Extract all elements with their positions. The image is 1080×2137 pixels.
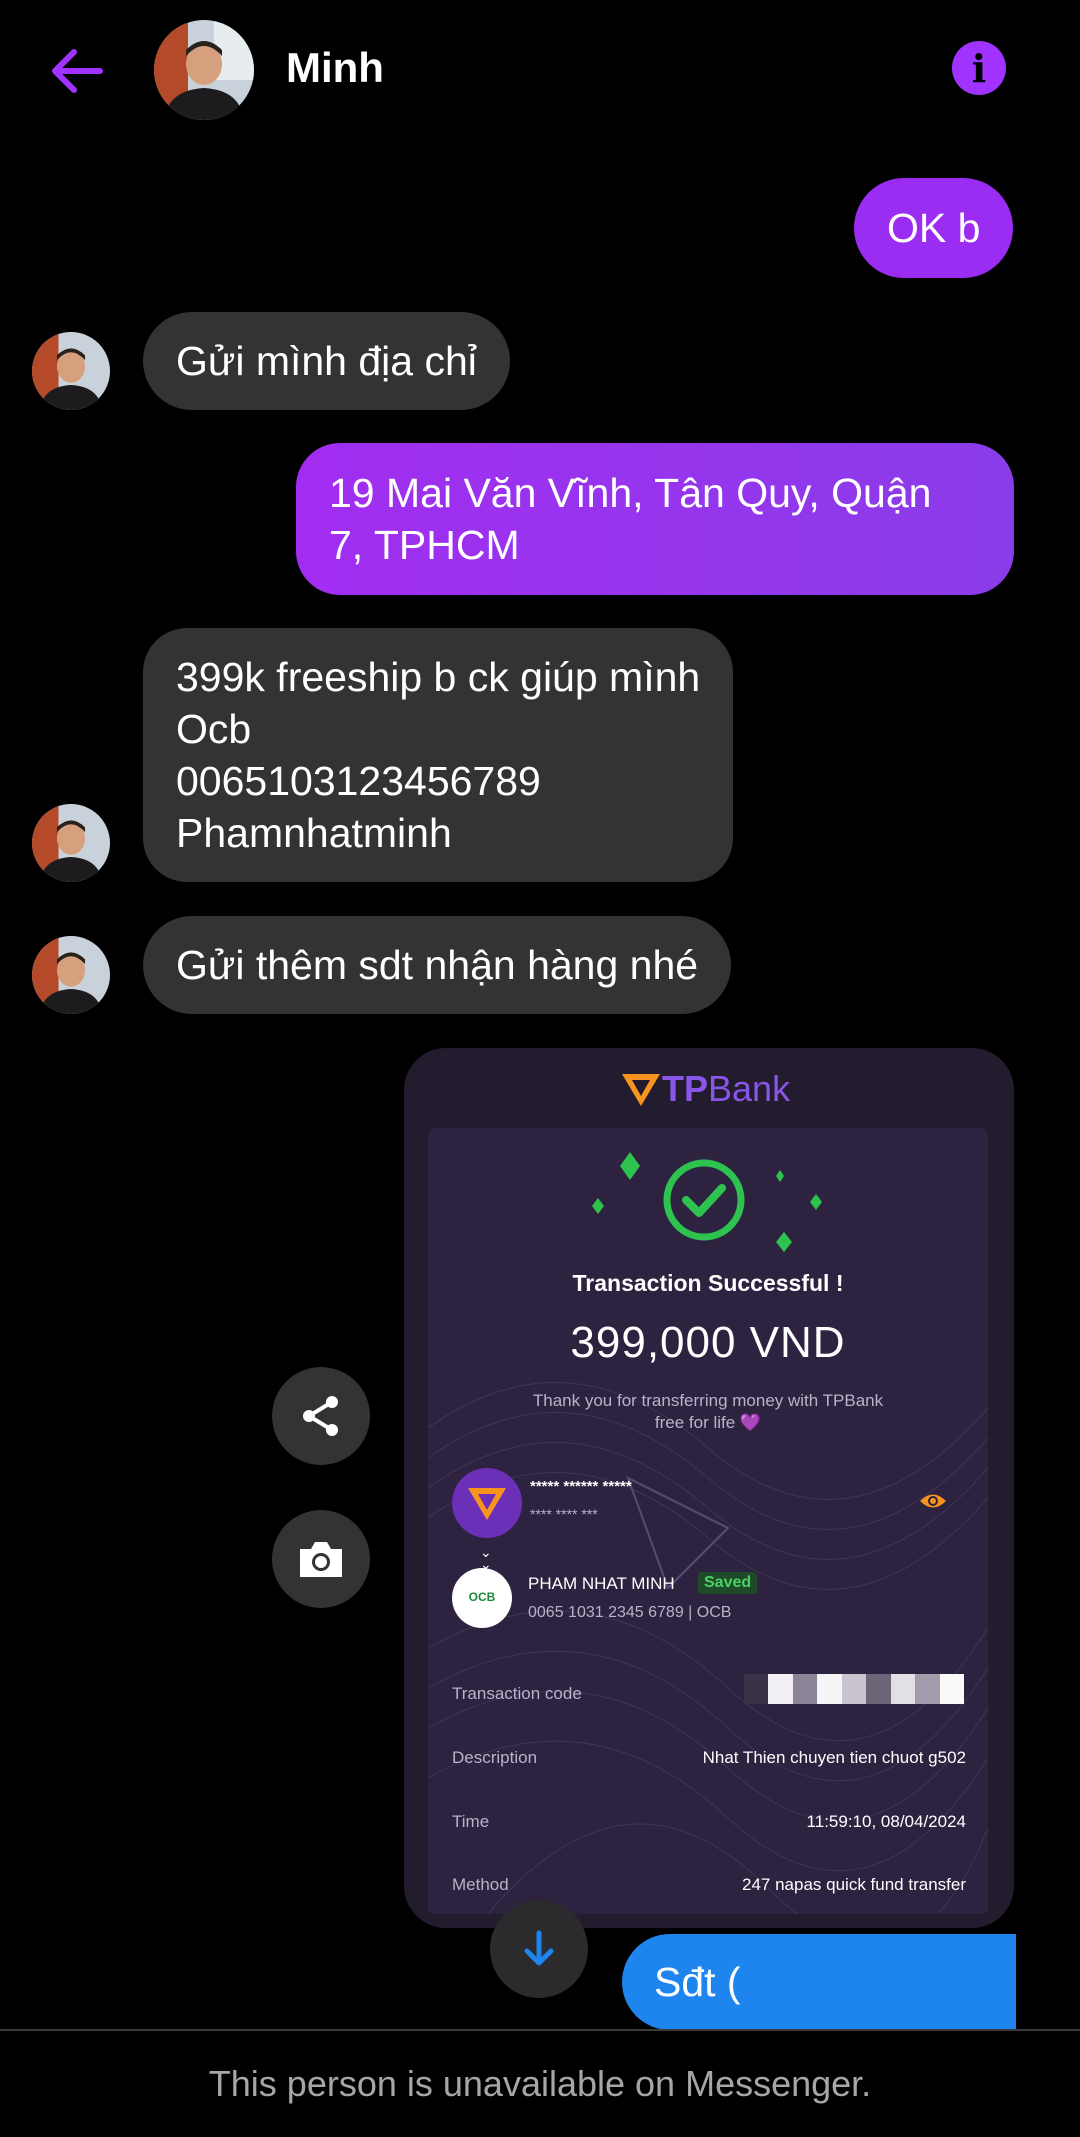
saved-badge: Saved: [698, 1572, 758, 1594]
message-line: 19 Mai Văn Vĩnh, Tân Quy, Quận: [329, 470, 932, 516]
transaction-code-label: Transaction code: [452, 1684, 582, 1703]
sender-bank-logo: [452, 1468, 522, 1538]
transaction-amount: 399,000 VND: [570, 1318, 846, 1367]
outgoing-message[interactable]: OK b: [854, 178, 1014, 278]
contact-name[interactable]: Minh: [286, 44, 384, 92]
receiver-bank-logo: OCB: [452, 1568, 512, 1628]
incoming-message[interactable]: Gửi thêm sdt nhận hàng nhé: [143, 916, 732, 1014]
conversation-header: Minh i: [0, 0, 1080, 140]
composer-unavailable-bar: This person is unavailable on Messenger.: [0, 2029, 1080, 2137]
info-icon[interactable]: i: [952, 41, 1006, 95]
sender-avatar[interactable]: [32, 936, 110, 1014]
method-value: 247 napas quick fund transfer: [742, 1875, 966, 1894]
message-line: 399k freeship b ck giúp mình: [176, 654, 701, 700]
message-text: OK b: [887, 205, 981, 251]
camera-icon: [300, 1542, 342, 1577]
tpbank-logo-thin: Bank: [708, 1068, 791, 1109]
tpbank-logo: TP Bank: [620, 1064, 790, 1114]
sender-account-masked: **** **** ***: [530, 1506, 598, 1522]
transfer-receipt-image[interactable]: TP Bank Transaction Successful ! 399,000…: [404, 1048, 1014, 1928]
message-text: Gửi mình địa chỉ: [176, 338, 477, 384]
arrow-down-icon: [524, 1930, 554, 1966]
time-value: 11:59:10, 08/04/2024: [806, 1812, 966, 1831]
save-image-button[interactable]: [272, 1510, 370, 1608]
description-value: Nhat Thien chuyen tien chuot g502: [702, 1748, 966, 1767]
unavailable-notice: This person is unavailable on Messenger.: [208, 2063, 872, 2104]
message-line: Ocb: [176, 706, 252, 752]
eye-icon[interactable]: [918, 1490, 948, 1512]
receiver-bank-logo-text: OCB: [468, 1590, 496, 1604]
thank-you-line: free for life 💜: [654, 1413, 762, 1432]
receipt-card: Transaction Successful ! 399,000 VND Tha…: [428, 1128, 988, 1914]
receiver-name: PHAM NHAT MINH: [528, 1574, 675, 1593]
sender-avatar[interactable]: [32, 332, 110, 410]
receiver-account: 0065 1031 2345 6789 | OCB: [528, 1604, 732, 1621]
description-label: Description: [452, 1748, 538, 1767]
thank-you-line: Thank you for transferring money with TP…: [532, 1391, 884, 1410]
message-line: 7, TPHCM: [329, 522, 520, 568]
contact-avatar[interactable]: [154, 20, 254, 120]
method-label: Method: [452, 1875, 509, 1894]
share-icon: [303, 1396, 338, 1436]
sender-name-masked: ***** ****** *****: [530, 1478, 632, 1495]
scroll-to-bottom-button[interactable]: [490, 1900, 588, 1998]
share-button[interactable]: [272, 1367, 370, 1465]
outgoing-message[interactable]: 19 Mai Văn Vĩnh, Tân Quy, Quận 7, TPHCM: [296, 443, 1014, 595]
transaction-status: Transaction Successful !: [572, 1270, 844, 1296]
incoming-message[interactable]: 399k freeship b ck giúp mình Ocb 0065103…: [143, 628, 734, 882]
message-text: Sđt (: [654, 1959, 741, 2005]
thank-you-note: Thank you for transferring money with TP…: [488, 1390, 928, 1434]
success-check-icon: [663, 1159, 745, 1241]
incoming-message[interactable]: Gửi mình địa chỉ: [143, 312, 510, 410]
chevron-down-icon: ⌄ ⌄: [480, 1544, 492, 1572]
message-line: 0065103123456789: [176, 758, 541, 804]
back-button[interactable]: [44, 38, 110, 104]
message-text: Gửi thêm sdt nhận hàng nhé: [176, 942, 699, 988]
time-label: Time: [452, 1812, 490, 1831]
outgoing-message[interactable]: Sđt (: [622, 1934, 1016, 2030]
tpbank-logo-bold: TP: [662, 1068, 709, 1109]
arrow-left-icon: [52, 49, 103, 93]
transaction-code-redacted: [744, 1674, 964, 1704]
message-line: Phamnhatminh: [176, 810, 452, 856]
tpbank-logo-icon: [622, 1074, 660, 1106]
sender-avatar[interactable]: [32, 804, 110, 882]
